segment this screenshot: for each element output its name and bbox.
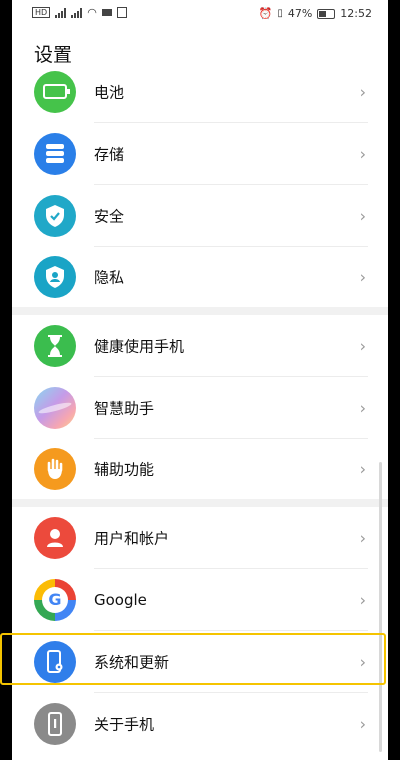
settings-item-google[interactable]: G Google › — [12, 569, 388, 630]
user-icon — [34, 516, 76, 559]
settings-item-digital-balance[interactable]: 健康使用手机 › — [12, 315, 388, 376]
scrollbar[interactable] — [379, 462, 382, 752]
chevron-right-icon: › — [359, 459, 366, 478]
settings-item-label: 智慧助手 — [94, 399, 155, 417]
signal-icon — [55, 7, 67, 18]
settings-item-security[interactable]: 安全 › — [12, 185, 388, 246]
hand-icon — [34, 447, 76, 490]
chevron-right-icon: › — [359, 528, 366, 547]
settings-item-privacy[interactable]: 隐私 › — [12, 246, 388, 307]
battery-status-icon — [317, 8, 336, 19]
chevron-right-icon: › — [359, 144, 366, 163]
section-gap — [12, 307, 388, 315]
status-icons-right: ⏰ ▯ 47% 12:52 — [259, 7, 372, 20]
chevron-right-icon: › — [359, 714, 366, 733]
status-icons-left: HD ◠ — [32, 6, 127, 19]
battery-icon — [34, 70, 76, 113]
chevron-right-icon: › — [359, 82, 366, 101]
assistant-icon — [34, 386, 76, 429]
battery-percent: 47% — [287, 7, 313, 20]
status-bar: HD ◠ ⏰ ▯ 47% 12:52 — [12, 0, 388, 30]
settings-item-users-accounts[interactable]: 用户和帐户 › — [12, 507, 388, 568]
chevron-right-icon: › — [359, 206, 366, 225]
settings-item-label: 健康使用手机 — [94, 337, 185, 355]
settings-item-label: Google — [94, 590, 147, 609]
chevron-right-icon: › — [359, 336, 366, 355]
settings-item-storage[interactable]: 存储 › — [12, 123, 388, 184]
google-icon: G — [34, 578, 76, 621]
chevron-right-icon: › — [359, 267, 366, 286]
video-icon — [101, 9, 112, 16]
clock: 12:52 — [340, 7, 372, 20]
settings-item-label: 存储 — [94, 145, 125, 163]
settings-item-accessibility[interactable]: 辅助功能 › — [12, 438, 388, 499]
settings-item-label: 电池 — [94, 83, 125, 101]
shield-icon — [34, 194, 76, 237]
gallery-icon — [116, 7, 127, 18]
selection-highlight — [0, 633, 386, 685]
settings-item-label: 辅助功能 — [94, 460, 155, 478]
settings-item-label: 关于手机 — [94, 715, 155, 733]
settings-item-label: 用户和帐户 — [94, 529, 170, 547]
settings-item-about-phone[interactable]: 关于手机 › — [12, 693, 388, 754]
settings-item-battery[interactable]: 电池 › — [12, 61, 388, 122]
settings-item-label: 隐私 — [94, 268, 125, 286]
section-gap — [12, 499, 388, 507]
phone-info-icon — [34, 702, 76, 745]
settings-item-smart-assistant[interactable]: 智慧助手 › — [12, 377, 388, 438]
chevron-right-icon: › — [359, 398, 366, 417]
wifi-icon: ◠ — [87, 6, 97, 19]
privacy-icon — [34, 255, 76, 298]
sim-icon: HD — [32, 7, 51, 18]
storage-icon — [34, 132, 76, 175]
alarm-icon: ⏰ — [258, 7, 273, 20]
signal-icon — [71, 7, 83, 18]
chevron-right-icon: › — [359, 590, 366, 609]
hourglass-icon — [34, 324, 76, 367]
vibrate-icon: ▯ — [277, 8, 283, 19]
settings-item-label: 安全 — [94, 207, 125, 225]
